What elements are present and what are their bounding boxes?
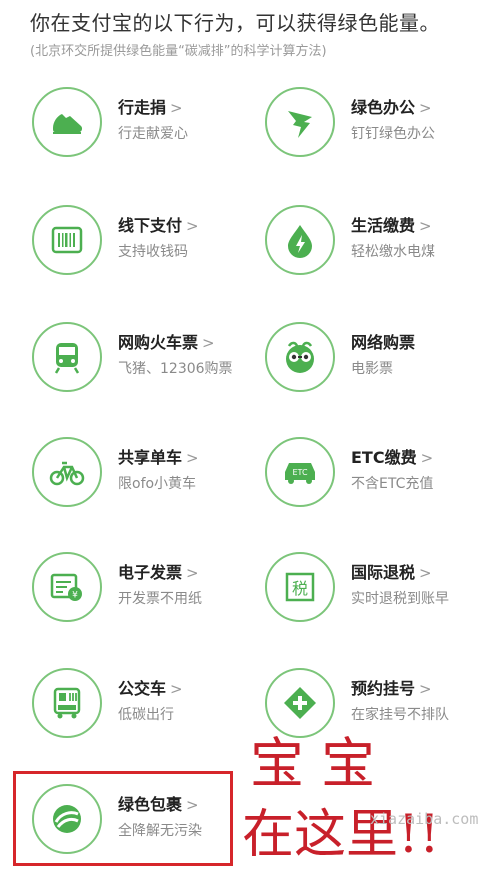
item-name: 共享单车	[118, 448, 183, 467]
item-name: 预约挂号	[351, 679, 416, 698]
highlight-box	[13, 771, 233, 866]
glasses-icon	[265, 322, 335, 392]
chevron-right-icon: >	[419, 680, 432, 698]
barcode-icon	[32, 205, 102, 275]
item-desc: 实时退税到账早	[351, 591, 449, 607]
item-name: 电子发票	[118, 563, 183, 582]
item-desc: 轻松缴水电煤	[351, 244, 435, 260]
chevron-right-icon: >	[419, 217, 432, 235]
item-name: 网络购票	[351, 333, 416, 352]
shoe-icon	[32, 87, 102, 157]
etc-car-icon: ETC	[265, 437, 335, 507]
item-name: 生活缴费	[351, 216, 416, 235]
chevron-right-icon: >	[170, 99, 183, 117]
item-desc: 限ofo小黄车	[118, 476, 197, 492]
item-desc: 支持收钱码	[118, 244, 188, 260]
item-name: ETC缴费	[351, 448, 417, 467]
item-offline-pay[interactable]: 线下支付 > 支持收钱码	[32, 205, 252, 277]
item-desc: 钉钉绿色办公	[351, 126, 435, 142]
item-online-ticket[interactable]: 网络购票 电影票	[265, 322, 485, 394]
chevron-right-icon: >	[186, 449, 199, 467]
dingtalk-icon	[265, 87, 335, 157]
item-shared-bike[interactable]: 共享单车 > 限ofo小黄车	[32, 437, 252, 509]
item-green-office[interactable]: 绿色办公 > 钉钉绿色办公	[265, 87, 485, 159]
yen-glyph: ¥	[72, 591, 78, 601]
chevron-right-icon: >	[202, 334, 215, 352]
item-name: 国际退税	[351, 563, 416, 582]
annotation-line1: 宝 宝	[250, 732, 375, 795]
bicycle-icon	[32, 437, 102, 507]
item-name: 公交车	[118, 679, 167, 698]
item-etc-payment[interactable]: ETC ETC缴费 > 不含ETC充值	[265, 437, 485, 509]
item-utility-bill[interactable]: 生活缴费 > 轻松缴水电煤	[265, 205, 485, 277]
item-train-ticket[interactable]: 网购火车票 > 飞猪、12306购票	[32, 322, 252, 394]
item-tax-refund[interactable]: 税 国际退税 > 实时退税到账早	[265, 552, 485, 624]
item-desc: 低碳出行	[118, 707, 174, 723]
chevron-right-icon: >	[419, 99, 432, 117]
page-header: 你在支付宝的以下行为，可以获得绿色能量。 (北京环交所提供绿色能量“碳减排”的科…	[30, 8, 470, 62]
handwritten-annotation: 宝 宝 在这里!!	[242, 732, 440, 865]
bus-icon	[32, 668, 102, 738]
item-e-invoice[interactable]: ¥ 电子发票 > 开发票不用纸	[32, 552, 252, 624]
item-name: 线下支付	[118, 216, 183, 235]
item-walk-donate[interactable]: 行走捐 > 行走献爱心	[32, 87, 252, 159]
train-icon	[32, 322, 102, 392]
chevron-right-icon: >	[186, 217, 199, 235]
item-desc: 电影票	[351, 361, 393, 377]
item-desc: 开发票不用纸	[118, 591, 202, 607]
invoice-icon: ¥	[32, 552, 102, 622]
tax-glyph: 税	[292, 579, 308, 598]
item-name: 行走捐	[118, 98, 167, 117]
item-bus[interactable]: 公交车 > 低碳出行	[32, 668, 252, 740]
item-desc: 行走献爱心	[118, 126, 188, 142]
item-desc: 不含ETC充值	[351, 476, 434, 492]
page-subtitle: (北京环交所提供绿色能量“碳减排”的科学计算方法)	[30, 44, 327, 59]
chevron-right-icon: >	[186, 564, 199, 582]
item-name: 绿色办公	[351, 98, 416, 117]
chevron-right-icon: >	[170, 680, 183, 698]
watermark: xiazaiba.com	[370, 810, 479, 828]
item-name: 网购火车票	[118, 333, 199, 352]
water-drop-icon	[265, 205, 335, 275]
etc-label: ETC	[292, 468, 307, 477]
page-title: 你在支付宝的以下行为，可以获得绿色能量。	[30, 11, 440, 35]
chevron-right-icon: >	[419, 564, 432, 582]
tax-icon: 税	[265, 552, 335, 622]
item-desc: 飞猪、12306购票	[118, 361, 233, 377]
chevron-right-icon: >	[420, 449, 434, 467]
